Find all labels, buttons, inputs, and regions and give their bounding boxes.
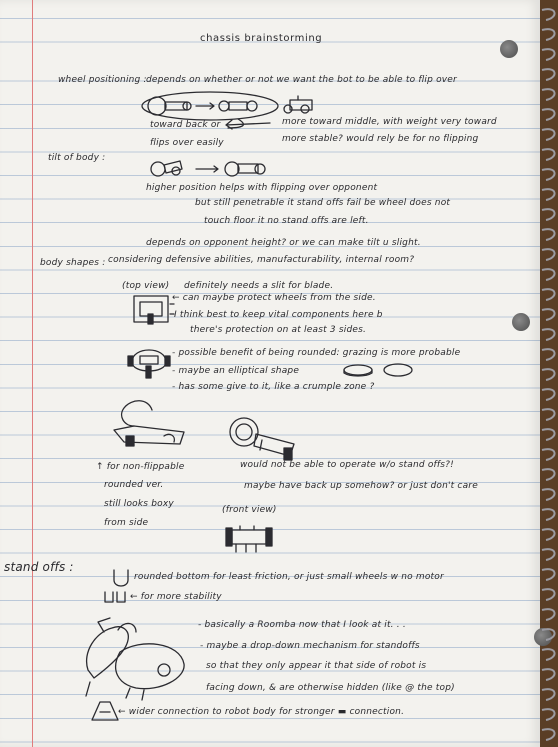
flips-over-text: flips over easily [150, 138, 224, 148]
standoff-line-4: - maybe a drop-down mechanism for stando… [200, 641, 420, 651]
body-shapes-heading: body shapes : [40, 258, 106, 268]
slit-text: definitely needs a slit for blade. [184, 281, 334, 291]
standoff-line-6: facing down, & are otherwise hidden (lik… [206, 683, 455, 693]
wide-connection-icon [91, 701, 119, 721]
notebook-page: chassis brainstorming wheel positioning … [0, 0, 540, 747]
notebook-photo: chassis brainstorming wheel positioning … [0, 0, 558, 747]
standoff-line-2: ← for more stability [130, 592, 222, 602]
front-view-label: (front view) [222, 505, 277, 515]
from-side-text: from side [104, 518, 149, 528]
non-flippable-text: ↑ for non-flippable [96, 462, 185, 472]
operate-standoffs-text: would not be able to operate w/o stand o… [240, 460, 454, 470]
wide-standoff-icon [104, 591, 126, 603]
top-view-label: (top view) [122, 281, 170, 291]
standoff-line-5: so that they only appear it that side of… [206, 661, 427, 671]
u-standoff-icon [113, 569, 129, 587]
rounded-top-view-sketch [127, 349, 171, 379]
crumple-zone-text: - has some give to it, like a crumple zo… [172, 382, 375, 392]
tilt-sketch [150, 160, 266, 177]
wheel-positioning-heading: wheel positioning : [58, 75, 147, 85]
tilt-line-2: but still penetrable it stand offs fail … [195, 198, 451, 208]
rounded-benefit-text: - possible benefit of being rounded: gra… [172, 348, 461, 358]
more-stable-text: more stable? would rely be for no flippi… [282, 134, 479, 144]
protect-wheels-text: ← can maybe protect wheels from the side… [172, 293, 376, 303]
binder-hole-middle [512, 313, 530, 331]
top-view-box-sketch [133, 295, 175, 325]
standoff-line-3: - basically a Roomba now that I look at … [198, 620, 406, 630]
wheel-positioning-intro: depends on whether or not we want the bo… [146, 75, 457, 85]
non-flippable-sketch [113, 400, 185, 447]
toward-middle-text: more toward middle, with weight very tow… [282, 117, 497, 127]
backup-text: maybe have back up somehow? or just don'… [244, 481, 478, 491]
ellipse-shapes-sketch [343, 363, 413, 377]
elliptical-text: - maybe an elliptical shape [172, 366, 300, 376]
binder-hole-top [500, 40, 518, 58]
tilt-line-4: depends on opponent height? or we can ma… [146, 238, 421, 248]
arrow-left-icon [225, 119, 271, 130]
front-view-sketch [225, 525, 273, 553]
stand-offs-heading: stand offs : [4, 560, 74, 574]
vital-components-text: I think best to keep vital components he… [174, 310, 383, 320]
roomba-robot-sketch [85, 617, 185, 701]
red-margin-line [32, 0, 33, 747]
looks-boxy-text: still looks boxy [104, 499, 174, 509]
body-shapes-intro: considering defensive abilities, manufac… [108, 255, 415, 265]
standoff-line-1: rounded bottom for least friction, or ju… [134, 572, 444, 582]
rounded-ver-text: rounded ver. [104, 480, 164, 490]
protection-sides-text: there's protection on at least 3 sides. [190, 325, 367, 335]
standoff-line-7: ← wider connection to robot body for str… [118, 707, 405, 717]
tilt-line-1: higher position helps with flipping over… [146, 183, 378, 193]
tilt-line-3: touch floor it no stand offs are left. [204, 216, 369, 226]
wheel-position-sketches [141, 91, 313, 129]
spiral-binding [541, 8, 556, 741]
toward-back-text: toward back or [150, 120, 221, 130]
page-title: chassis brainstorming [200, 33, 323, 44]
tilt-of-body-heading: tilt of body : [48, 153, 106, 163]
